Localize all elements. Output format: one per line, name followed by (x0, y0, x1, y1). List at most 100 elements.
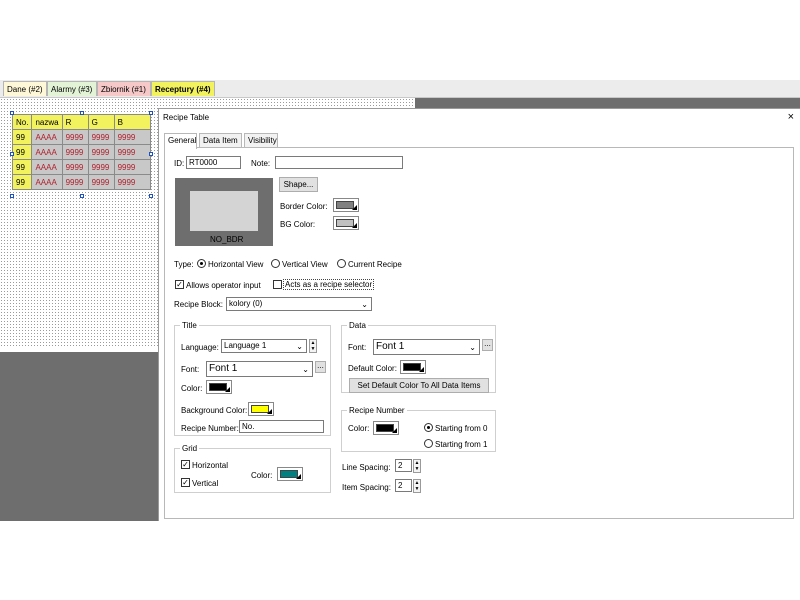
data-font-more-button[interactable]: ... (482, 339, 493, 351)
starting-from-1-label: Starting from 1 (435, 440, 488, 449)
recipe-number-group: Recipe Number Color: Starting from 0 Sta… (341, 406, 496, 452)
cell: 9999 (113, 159, 151, 175)
grid-horizontal-label: Horizontal (192, 461, 229, 470)
cell: 99 (11, 144, 33, 160)
general-panel: ID: RT0000 Note: NO_BDR Shape... Border … (164, 147, 794, 519)
selection-handle[interactable] (80, 111, 84, 115)
page-tab-dane[interactable]: Dane (#2) (3, 81, 47, 96)
spin-down-icon: ▼ (414, 466, 420, 472)
note-field[interactable] (275, 156, 403, 169)
table-row: 99 AAAA 9999 9999 9999 (11, 159, 151, 175)
title-font-select[interactable]: Font 1 ⌄ (206, 361, 313, 377)
selection-handle[interactable] (149, 152, 153, 156)
title-font-more-button[interactable]: ... (315, 361, 326, 373)
radio-starting-from-0[interactable] (424, 423, 433, 432)
allows-operator-input-checkbox[interactable]: ✓ (175, 280, 184, 289)
dropdown-triangle-icon (352, 205, 357, 210)
radio-starting-from-1[interactable] (424, 439, 433, 448)
grid-vertical-checkbox[interactable]: ✓ (181, 478, 190, 487)
item-spacing-spinner[interactable]: ▲ ▼ (413, 479, 421, 493)
default-color-picker[interactable] (400, 360, 426, 374)
cell: 99 (11, 129, 33, 145)
language-label: Language: (181, 343, 219, 352)
page-tab-receptury[interactable]: Receptury (#4) (151, 81, 215, 96)
table-row: 99 AAAA 9999 9999 9999 (11, 144, 151, 160)
selection-handle[interactable] (10, 152, 14, 156)
recipe-number-label: Recipe Number: (181, 424, 239, 433)
background-color-picker[interactable] (248, 402, 274, 416)
grid-color-picker[interactable] (277, 467, 303, 481)
header-cell: B (113, 114, 151, 130)
chevron-down-icon: ⌄ (469, 343, 476, 352)
id-field[interactable]: RT0000 (186, 156, 241, 169)
id-label: ID: (174, 159, 185, 168)
radio-vertical-view[interactable] (271, 259, 280, 268)
current-recipe-label: Current Recipe (348, 260, 402, 269)
cell: 9999 (113, 144, 151, 160)
cell: 9999 (113, 129, 151, 145)
selection-handle[interactable] (149, 111, 153, 115)
recipe-table-object[interactable]: No. nazwa R G B 99 AAAA 9999 9999 9999 9… (11, 114, 151, 190)
dropdown-triangle-icon (352, 223, 357, 228)
tab-general[interactable]: General (164, 133, 197, 149)
border-color-picker[interactable] (333, 198, 359, 212)
selection-handle[interactable] (10, 194, 14, 198)
selection-handle[interactable] (80, 194, 84, 198)
cell: AAAA (31, 159, 63, 175)
header-cell: G (87, 114, 115, 130)
shape-button[interactable]: Shape... (279, 177, 318, 192)
selection-handle[interactable] (10, 111, 14, 115)
set-default-color-button[interactable]: Set Default Color To All Data Items (349, 378, 489, 393)
background-color-label: Background Color: (181, 406, 248, 415)
bg-color-label: BG Color: (280, 220, 316, 229)
spin-down-icon: ▼ (414, 486, 420, 492)
table-row: 99 AAAA 9999 9999 9999 (11, 129, 151, 145)
bg-color-picker[interactable] (333, 216, 359, 230)
language-select[interactable]: Language 1 ⌄ (221, 339, 307, 353)
selection-handle[interactable] (149, 194, 153, 198)
close-icon[interactable]: × (788, 111, 794, 123)
cell: 9999 (87, 129, 115, 145)
page-tabs-bar: Dane (#2) Alarmy (#3) Zbiornik (#1) Rece… (0, 80, 800, 98)
page-tab-zbiornik[interactable]: Zbiornik (#1) (97, 81, 151, 96)
shape-preview-inner (190, 191, 258, 231)
title-color-picker[interactable] (206, 380, 232, 394)
header-cell: No. (11, 114, 33, 130)
tab-data-item[interactable]: Data Item (199, 133, 242, 148)
spin-down-icon: ▼ (310, 346, 316, 352)
line-spacing-spinner[interactable]: ▲ ▼ (413, 459, 421, 473)
line-spacing-field[interactable]: 2 (395, 459, 412, 472)
tab-visibility[interactable]: Visibility (244, 133, 278, 148)
recipe-table-header-row: No. nazwa R G B (11, 114, 151, 130)
page-tab-alarmy[interactable]: Alarmy (#3) (47, 81, 97, 96)
recipe-number-color-picker[interactable] (373, 421, 399, 435)
language-spinner[interactable]: ▲ ▼ (309, 339, 317, 353)
radio-current-recipe[interactable] (337, 259, 346, 268)
shape-preview-label: NO_BDR (210, 235, 244, 244)
title-font-label: Font: (181, 365, 200, 374)
title-color-label: Color: (181, 384, 203, 393)
cell: 9999 (61, 159, 89, 175)
item-spacing-field[interactable]: 2 (395, 479, 412, 492)
recipe-block-select[interactable]: kolory (0) ⌄ (226, 297, 372, 311)
default-color-label: Default Color: (348, 364, 397, 373)
chevron-down-icon: ⌄ (361, 300, 368, 309)
title-group-label: Title (180, 321, 199, 330)
cell: 9999 (87, 159, 115, 175)
data-font-select[interactable]: Font 1 ⌄ (373, 339, 480, 355)
cell: AAAA (31, 129, 63, 145)
radio-horizontal-view[interactable] (197, 259, 206, 268)
data-font-value: Font 1 (376, 341, 405, 352)
language-value: Language 1 (224, 341, 267, 350)
line-spacing-label: Line Spacing: (342, 463, 391, 472)
recipe-number-field[interactable]: No. (239, 420, 324, 433)
grid-group: Grid ✓ Horizontal ✓ Vertical Color: (174, 444, 331, 493)
recipe-table-dialog: Recipe Table × General Data Item Visibil… (158, 108, 800, 521)
grid-horizontal-checkbox[interactable]: ✓ (181, 460, 190, 469)
acts-as-selector-checkbox[interactable] (273, 280, 282, 289)
cell: AAAA (31, 144, 63, 160)
recipe-number-group-label: Recipe Number (347, 406, 407, 415)
data-group: Data Font: Font 1 ⌄ ... Default Color: Se… (341, 321, 496, 393)
vertical-view-label: Vertical View (282, 260, 328, 269)
type-label: Type: (174, 260, 194, 269)
